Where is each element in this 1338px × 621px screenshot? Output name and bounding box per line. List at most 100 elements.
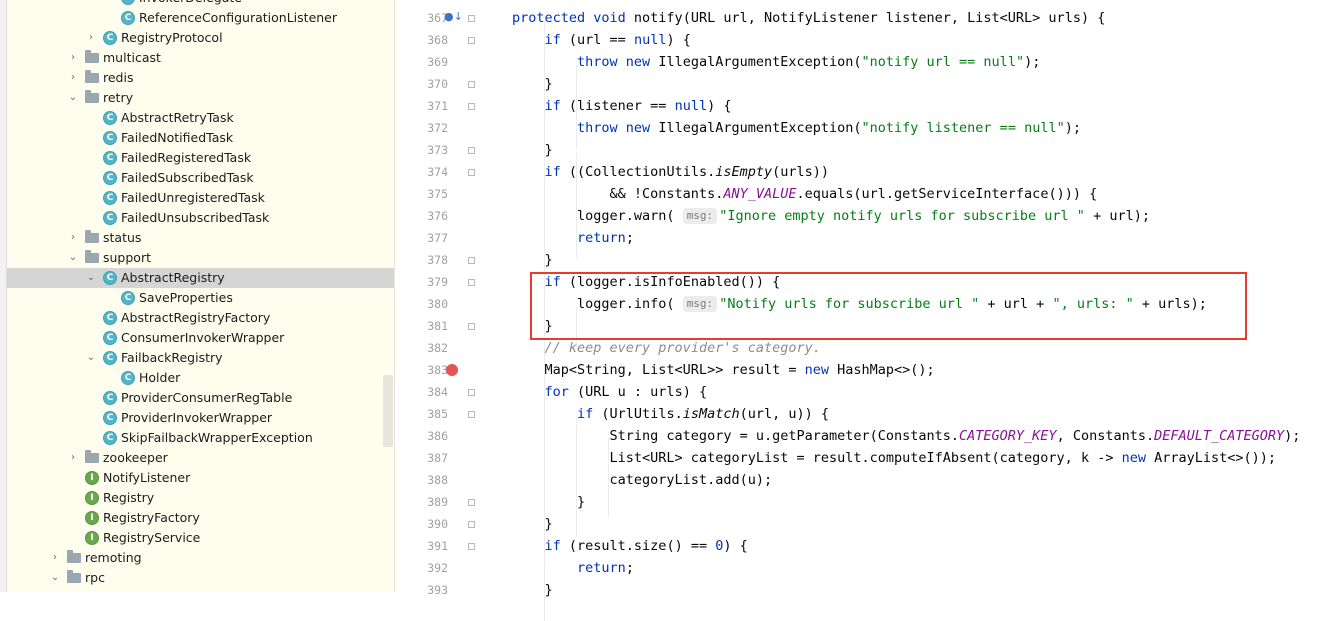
tree-item-label: FailedSubscribedTask [121,170,254,185]
fold-marker-icon[interactable] [468,169,475,176]
tree-item[interactable]: › zookeeper [7,448,394,468]
override-method-icon[interactable]: ●↓ [444,10,463,23]
code-line[interactable]: if (url == null) { [512,29,1338,51]
tree-item[interactable]: ⌄ rpc [7,568,394,588]
chevron-down-icon[interactable]: ⌄ [67,248,79,268]
code-line[interactable]: } [512,315,1338,337]
fold-marker-icon[interactable] [468,411,475,418]
line-number: 371 [427,99,448,113]
tree-item[interactable]: I NotifyListener [7,468,394,488]
tree-item[interactable]: C ReferenceConfigurationListener [7,8,394,28]
code-line[interactable]: // keep every provider's category. [512,337,1338,359]
code-line[interactable]: Map<String, List<URL>> result = new Hash… [512,359,1338,381]
fold-marker-icon[interactable] [468,37,475,44]
tree-scrollbar-thumb[interactable] [383,375,393,447]
tree-item[interactable]: C SaveProperties [7,288,394,308]
tree-item-label: AbstractRegistry [121,270,225,285]
code-line[interactable]: throw new IllegalArgumentException("noti… [512,51,1338,73]
tree-item[interactable]: I RegistryService [7,528,394,548]
code-line[interactable]: } [512,249,1338,271]
breakpoint-icon[interactable] [446,364,458,376]
fold-marker-icon[interactable] [468,543,475,550]
tree-item[interactable]: I RegistryFactory [7,508,394,528]
code-line[interactable]: List<URL> categoryList = result.computeI… [512,447,1338,469]
fold-marker-icon[interactable] [468,257,475,264]
tree-item[interactable]: › remoting [7,548,394,568]
tree-item[interactable]: ⌄ support [7,248,394,268]
tree-item[interactable]: C ProviderConsumerRegTable [7,388,394,408]
tree-item[interactable]: C ConsumerInvokerWrapper [7,328,394,348]
code-line[interactable]: if ((CollectionUtils.isEmpty(urls)) [512,161,1338,183]
fold-marker-icon[interactable] [468,279,475,286]
chevron-right-icon[interactable]: › [67,68,79,88]
code-token: + urls); [1133,296,1207,312]
code-line[interactable]: throw new IllegalArgumentException("noti… [512,117,1338,139]
tree-item[interactable]: C AbstractRegistryFactory [7,308,394,328]
code-line[interactable]: } [512,491,1338,513]
code-line[interactable]: if (UrlUtils.isMatch(url, u)) { [512,403,1338,425]
code-editor[interactable]: protected void notify(URL url, NotifyLis… [476,0,1338,621]
tree-item[interactable]: C ProviderInvokerWrapper [7,408,394,428]
code-token: .equals(url.getServiceInterface())) { [796,186,1098,202]
code-line[interactable]: && !Constants.ANY_VALUE.equals(url.getSe… [512,183,1338,205]
tree-item[interactable]: C FailedUnsubscribedTask [7,208,394,228]
tree-item[interactable]: › status [7,228,394,248]
code-line[interactable]: } [512,513,1338,535]
code-line[interactable]: if (result.size() == 0) { [512,535,1338,557]
code-line[interactable]: logger.info( msg: "Notify urls for subscr… [512,293,1338,315]
fold-marker-icon[interactable] [468,499,475,506]
chevron-down-icon[interactable]: ⌄ [67,88,79,108]
chevron-right-icon[interactable]: › [67,48,79,68]
tree-item[interactable]: ⌄ retry [7,88,394,108]
code-line[interactable]: return; [512,557,1338,579]
fold-marker-icon[interactable] [468,15,475,22]
code-line[interactable]: for (URL u : urls) { [512,381,1338,403]
tree-item[interactable]: ⌄ C FailbackRegistry [7,348,394,368]
tree-item[interactable]: C InvokerDelegate [7,0,394,8]
fold-marker-icon[interactable] [468,103,475,110]
chevron-right-icon[interactable]: › [49,548,61,568]
code-token: if [544,98,569,114]
chevron-right-icon[interactable]: › [67,228,79,248]
tree-item[interactable]: I Registry [7,488,394,508]
code-line[interactable]: if (listener == null) { [512,95,1338,117]
fold-marker-icon[interactable] [468,389,475,396]
fold-marker-icon[interactable] [468,521,475,528]
fold-marker-icon[interactable] [468,323,475,330]
tree-item[interactable]: C FailedUnregisteredTask [7,188,394,208]
line-number: 381 [427,319,448,333]
tree-item-label: SaveProperties [139,290,233,305]
tree-item[interactable]: › redis [7,68,394,88]
tree-item[interactable]: ⌄ C AbstractRegistry [7,268,394,288]
code-token: } [512,252,553,268]
code-token: List<URL> categoryList = result.computeI… [512,450,1122,466]
tree-item[interactable]: C Holder [7,368,394,388]
tree-item[interactable]: C FailedRegisteredTask [7,148,394,168]
chevron-right-icon[interactable]: › [67,448,79,468]
code-line[interactable]: } [512,579,1338,601]
code-line[interactable]: } [512,73,1338,95]
chevron-down-icon[interactable]: ⌄ [85,268,97,288]
fold-marker-icon[interactable] [468,147,475,154]
code-line[interactable]: } [512,139,1338,161]
tree-item[interactable]: C SkipFailbackWrapperException [7,428,394,448]
folder-icon [85,450,99,463]
chevron-down-icon[interactable]: ⌄ [85,348,97,368]
line-number: 376 [427,209,448,223]
tree-item[interactable]: C AbstractRetryTask [7,108,394,128]
chevron-down-icon[interactable]: ⌄ [49,568,61,588]
code-line[interactable]: String category = u.getParameter(Constan… [512,425,1338,447]
tree-item[interactable]: › multicast [7,48,394,68]
code-line[interactable]: categoryList.add(u); [512,469,1338,491]
tree-item[interactable]: C FailedNotifiedTask [7,128,394,148]
code-line[interactable]: logger.warn( msg: "Ignore empty notify ur… [512,205,1338,227]
code-line[interactable]: return; [512,227,1338,249]
code-line[interactable]: if (logger.isInfoEnabled()) { [512,271,1338,293]
code-line[interactable]: protected void notify(URL url, NotifyLis… [512,7,1338,29]
tree-item[interactable]: › C RegistryProtocol [7,28,394,48]
fold-marker-icon[interactable] [468,81,475,88]
tree-item[interactable]: C FailedSubscribedTask [7,168,394,188]
tool-window-strip[interactable] [0,0,7,592]
chevron-right-icon[interactable]: › [85,28,97,48]
